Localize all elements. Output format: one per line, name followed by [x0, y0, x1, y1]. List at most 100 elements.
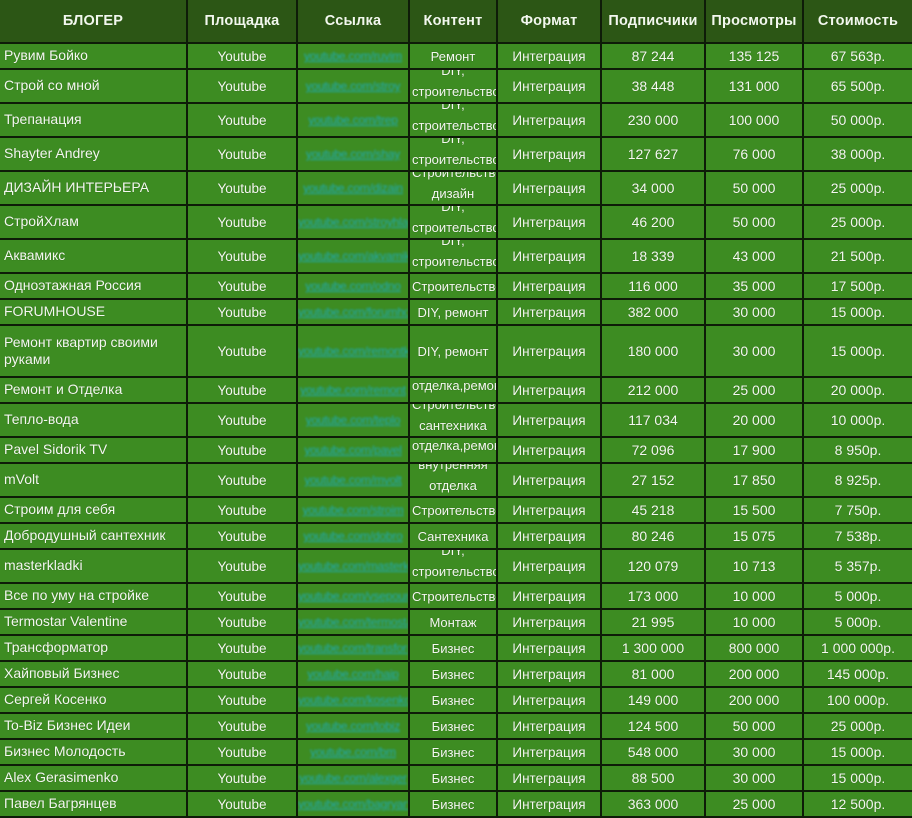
- channel-link[interactable]: youtube.com/remontkv: [298, 340, 408, 362]
- cell-link[interactable]: youtube.com/transformator: [298, 636, 410, 662]
- cell-link[interactable]: youtube.com/tobiz: [298, 714, 410, 740]
- channel-link[interactable]: youtube.com/alexger: [298, 767, 408, 789]
- cell-link[interactable]: youtube.com/dizain: [298, 172, 410, 206]
- cell-link[interactable]: youtube.com/vsepoumu: [298, 584, 410, 610]
- content-type-text: DIY, строительство: [412, 138, 498, 167]
- cell-link[interactable]: youtube.com/haip: [298, 662, 410, 688]
- column-header-format[interactable]: Формат: [498, 0, 602, 44]
- column-header-subscribers[interactable]: Подписчики: [602, 0, 706, 44]
- cell-link[interactable]: youtube.com/forumhouse: [298, 300, 410, 326]
- cell-subscribers: 81 000: [602, 662, 706, 688]
- table-row[interactable]: Рувим Бойко Youtube youtube.com/ruvim Ремон…: [0, 44, 912, 70]
- table-row[interactable]: Все по уму на стройке Youtube youtube.com/…: [0, 584, 912, 610]
- channel-link[interactable]: youtube.com/akvamiks: [298, 245, 408, 267]
- table-row[interactable]: mVolt Youtube youtube.com/mvolt внутренняя …: [0, 464, 912, 498]
- table-row[interactable]: Бизнес Молодость Youtube youtube.com/bm Биз…: [0, 740, 912, 766]
- cell-link[interactable]: youtube.com/stroyhlam: [298, 206, 410, 240]
- cell-format: Интеграция: [498, 240, 602, 274]
- cell-link[interactable]: youtube.com/masterkl: [298, 550, 410, 584]
- cell-link[interactable]: youtube.com/ruvim: [298, 44, 410, 70]
- channel-link[interactable]: youtube.com/pavel: [298, 439, 408, 461]
- column-header-content[interactable]: Контент: [410, 0, 498, 44]
- table-row[interactable]: Хайповый Бизнес Youtube youtube.com/haip Би…: [0, 662, 912, 688]
- table-row[interactable]: Павел Багрянцев Youtube youtube.com/bagrya…: [0, 792, 912, 818]
- cell-price: 1 000 000р.: [804, 636, 912, 662]
- cell-blogger-name: Строим для себя: [0, 498, 188, 524]
- cell-link[interactable]: youtube.com/pavel: [298, 438, 410, 464]
- channel-link[interactable]: youtube.com/forumhouse: [298, 301, 408, 323]
- cell-link[interactable]: youtube.com/kosenko: [298, 688, 410, 714]
- cell-link[interactable]: youtube.com/alexger: [298, 766, 410, 792]
- table-row[interactable]: FORUMHOUSEYoutubeyoutube.com/forumhouse D…: [0, 300, 912, 326]
- content-type-text: DIY, ремонт: [417, 304, 489, 320]
- channel-link[interactable]: youtube.com/trep: [298, 109, 408, 131]
- table-row[interactable]: Сергей Косенко Youtube youtube.com/kosenko…: [0, 688, 912, 714]
- channel-link[interactable]: youtube.com/bagryancev: [298, 793, 408, 815]
- channel-link[interactable]: youtube.com/stroim: [298, 499, 408, 521]
- channel-link[interactable]: youtube.com/ruvim: [298, 45, 408, 67]
- channel-link[interactable]: youtube.com/mvolt: [298, 469, 408, 491]
- cell-link[interactable]: youtube.com/teplo: [298, 404, 410, 438]
- table-row[interactable]: Shayter Andrey Youtube youtube.com/shay DIY…: [0, 138, 912, 172]
- table-row[interactable]: Трансформатор Youtube youtube.com/transfor…: [0, 636, 912, 662]
- cell-subscribers: 120 079: [602, 550, 706, 584]
- cell-link[interactable]: youtube.com/stroim: [298, 498, 410, 524]
- column-header-views[interactable]: Просмотры: [706, 0, 804, 44]
- channel-link[interactable]: youtube.com/bm: [298, 741, 408, 763]
- channel-link[interactable]: youtube.com/kosenko: [298, 689, 408, 711]
- cell-views: 17 900: [706, 438, 804, 464]
- column-header-price[interactable]: Стоимость: [804, 0, 912, 44]
- cell-link[interactable]: youtube.com/akvamiks: [298, 240, 410, 274]
- column-header-blogger[interactable]: БЛОГЕР: [0, 0, 188, 44]
- cell-link[interactable]: youtube.com/shay: [298, 138, 410, 172]
- table-row[interactable]: Строй со мной Youtube youtube.com/stroy DIY…: [0, 70, 912, 104]
- table-row[interactable]: masterkladki Youtube youtube.com/masterkl D…: [0, 550, 912, 584]
- table-row[interactable]: СтройХлам Youtube youtube.com/stroyhlam DIY…: [0, 206, 912, 240]
- channel-link[interactable]: youtube.com/dizain: [298, 177, 408, 199]
- cell-format: Интеграция: [498, 766, 602, 792]
- channel-link[interactable]: youtube.com/shay: [298, 143, 408, 165]
- cell-link[interactable]: youtube.com/bagryancev: [298, 792, 410, 818]
- table-row[interactable]: Добродушный сантехник Youtube youtube.com/…: [0, 524, 912, 550]
- channel-link[interactable]: youtube.com/masterkl: [298, 555, 408, 577]
- table-row[interactable]: Строим для себя Youtube youtube.com/stroim…: [0, 498, 912, 524]
- channel-link[interactable]: youtube.com/transformator: [298, 637, 408, 659]
- cell-link[interactable]: youtube.com/dobro: [298, 524, 410, 550]
- table-row[interactable]: To-Biz Бизнес Идеи Youtube youtube.com/tob…: [0, 714, 912, 740]
- cell-link[interactable]: youtube.com/bm: [298, 740, 410, 766]
- channel-link[interactable]: youtube.com/termostar: [298, 611, 408, 633]
- table-row[interactable]: Одноэтажная Россия Youtube youtube.com/odn…: [0, 274, 912, 300]
- table-row[interactable]: Ремонт и Отделка Youtube youtube.com/remon…: [0, 378, 912, 404]
- cell-platform: Youtube: [188, 404, 298, 438]
- cell-link[interactable]: youtube.com/trep: [298, 104, 410, 138]
- table-row[interactable]: Трепанация Youtube youtube.com/trep DIY, ст…: [0, 104, 912, 138]
- cell-subscribers: 149 000: [602, 688, 706, 714]
- cell-subscribers: 88 500: [602, 766, 706, 792]
- content-type-text: Бизнес: [431, 692, 475, 708]
- channel-link[interactable]: youtube.com/teplo: [298, 409, 408, 431]
- table-row[interactable]: Ремонт квартир своими руками Youtube youtu…: [0, 326, 912, 378]
- channel-link[interactable]: youtube.com/stroy: [298, 75, 408, 97]
- channel-link[interactable]: youtube.com/vsepoumu: [298, 585, 408, 607]
- channel-link[interactable]: youtube.com/stroyhlam: [298, 211, 408, 233]
- channel-link[interactable]: youtube.com/haip: [298, 663, 408, 685]
- column-header-platform[interactable]: Площадка: [188, 0, 298, 44]
- channel-link[interactable]: youtube.com/remont: [298, 379, 408, 401]
- cell-format: Интеграция: [498, 550, 602, 584]
- table-row[interactable]: Alex Gerasimenko Youtube youtube.com/alexg…: [0, 766, 912, 792]
- cell-link[interactable]: youtube.com/remont: [298, 378, 410, 404]
- table-row[interactable]: Тепло-вода Youtube youtube.com/teplo Строит…: [0, 404, 912, 438]
- table-row[interactable]: ДИЗАЙН ИНТЕРЬЕРА Youtube youtube.com/dizai…: [0, 172, 912, 206]
- channel-link[interactable]: youtube.com/dobro: [298, 525, 408, 547]
- cell-link[interactable]: youtube.com/mvolt: [298, 464, 410, 498]
- channel-link[interactable]: youtube.com/tobiz: [298, 715, 408, 737]
- cell-link[interactable]: youtube.com/termostar: [298, 610, 410, 636]
- channel-link[interactable]: youtube.com/odno: [298, 275, 408, 297]
- cell-link[interactable]: youtube.com/stroy: [298, 70, 410, 104]
- cell-link[interactable]: youtube.com/odno: [298, 274, 410, 300]
- table-row[interactable]: Termostar Valentine Youtube youtube.com/te…: [0, 610, 912, 636]
- table-row[interactable]: Pavel Sidorik TV Youtube youtube.com/pavel…: [0, 438, 912, 464]
- cell-link[interactable]: youtube.com/remontkv: [298, 326, 410, 378]
- table-row[interactable]: Аквамикс Youtube youtube.com/akvamiks DIY, …: [0, 240, 912, 274]
- column-header-link[interactable]: Ссылка: [298, 0, 410, 44]
